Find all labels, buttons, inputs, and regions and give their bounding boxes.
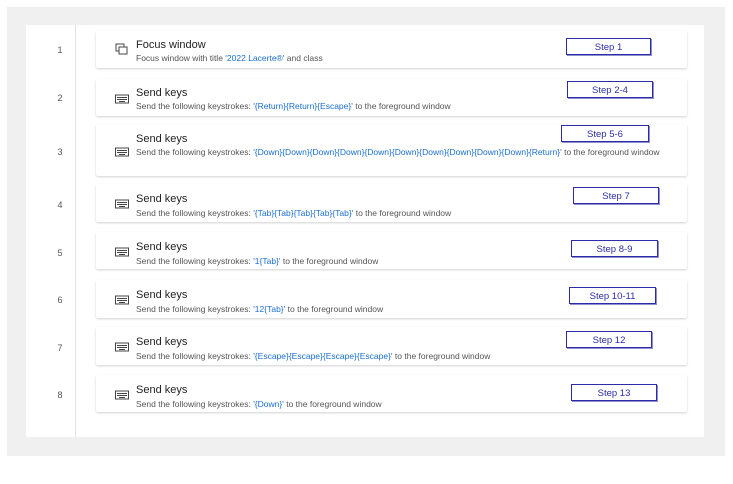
line-number: 4	[57, 200, 63, 210]
line-number: 8	[57, 390, 63, 400]
action-description: Send the following keystrokes: '{Down}{D…	[136, 147, 660, 157]
keyboard-icon	[115, 147, 129, 157]
step-label-button[interactable]: Step 10-11	[569, 287, 656, 304]
line-number-divider	[75, 25, 76, 437]
keyboard-icon	[115, 247, 129, 257]
line-number: 3	[57, 147, 63, 157]
step-label-button[interactable]: Step 13	[571, 384, 657, 401]
step-label-button[interactable]: Step 5-6	[561, 125, 649, 142]
line-number: 2	[57, 93, 63, 103]
line-number: 1	[57, 45, 63, 55]
action-description: Send the following keystrokes: '{Return}…	[136, 101, 451, 111]
action-description: Send the following keystrokes: '{Tab}{Ta…	[136, 208, 452, 218]
action-title: Send keys	[136, 133, 188, 145]
action-description: Send the following keystrokes: '{Escape}…	[136, 351, 491, 361]
action-title: Focus window	[136, 39, 206, 51]
step-label-button[interactable]: Step 12	[566, 331, 652, 348]
line-number: 7	[57, 343, 63, 353]
action-title: Send keys	[136, 193, 188, 205]
focus-window-icon	[115, 43, 128, 55]
line-number: 6	[57, 295, 63, 305]
step-label-button[interactable]: Step 7	[573, 187, 659, 204]
step-label-button[interactable]: Step 1	[566, 38, 651, 55]
action-title: Send keys	[136, 384, 188, 396]
keyboard-icon	[115, 342, 129, 352]
keyboard-icon	[115, 390, 129, 400]
keyboard-icon	[115, 295, 129, 305]
step-label-button[interactable]: Step 8-9	[571, 240, 658, 257]
keyboard-icon	[115, 199, 129, 209]
keyboard-icon	[115, 94, 129, 104]
line-number: 5	[57, 248, 63, 258]
action-title: Send keys	[136, 241, 188, 253]
action-description: Send the following keystrokes: '12{Tab}'…	[136, 304, 384, 314]
action-title: Send keys	[136, 289, 188, 301]
step-label-button[interactable]: Step 2-4	[567, 81, 653, 98]
action-title: Send keys	[136, 336, 188, 348]
action-title: Send keys	[136, 87, 188, 99]
action-description: Focus window with title '2022 Lacerte®' …	[136, 53, 323, 63]
